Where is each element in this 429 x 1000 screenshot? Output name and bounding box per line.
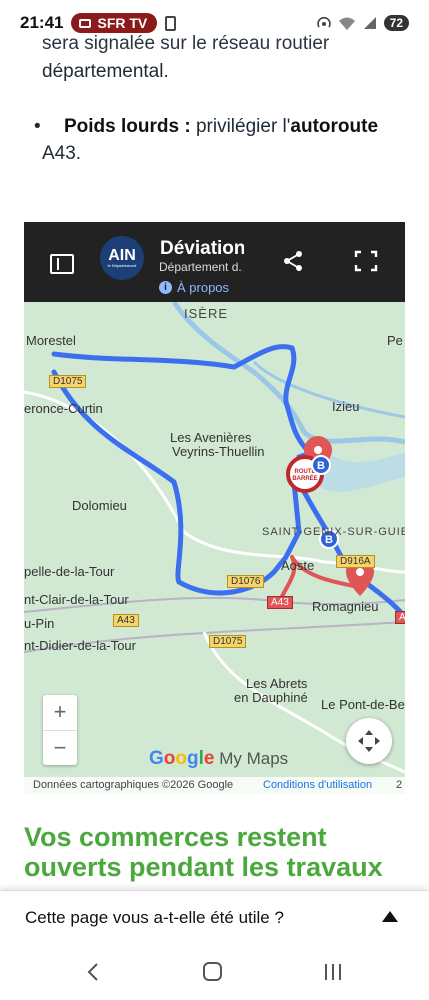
battery-icon: 72 — [383, 15, 409, 31]
ain-logo: AIN le Département — [100, 236, 144, 280]
hotspot-icon — [316, 16, 331, 28]
ain-logo-sub: le Département — [107, 263, 137, 268]
road-a43-left: A43 — [113, 614, 139, 627]
place-abrets-2: en Dauphiné — [234, 690, 308, 705]
wifi-icon — [338, 17, 355, 30]
zoom-out-button[interactable]: − — [43, 730, 77, 765]
side-panel-icon[interactable] — [50, 254, 74, 274]
place-dolomieu: Dolomieu — [72, 498, 127, 513]
signal-icon — [363, 17, 376, 29]
place-veyrins: Veyrins-Thuellin — [172, 444, 265, 459]
google-my-maps-logo: Google My Maps — [149, 748, 289, 769]
map-subtitle: Département d... — [159, 260, 243, 274]
home-icon[interactable] — [203, 962, 222, 981]
road-d1076: D1076 — [227, 575, 265, 588]
ain-logo-text: AIN — [108, 247, 136, 264]
map-header: AIN le Département Déviation... Départem… — [24, 222, 405, 302]
map-footer: Données cartographiques ©2026 Google Con… — [24, 777, 405, 794]
zoom-controls: + − — [43, 695, 77, 765]
embedded-map[interactable]: AIN le Département Déviation... Départem… — [24, 222, 405, 794]
fullscreen-icon[interactable] — [354, 250, 378, 272]
map-attribution: Données cartographiques ©2026 Google — [33, 779, 234, 791]
place-morestel: Morestel — [26, 333, 76, 348]
recent-apps-icon[interactable] — [323, 962, 343, 982]
road-d1075-top: D1075 — [49, 375, 87, 388]
map-title[interactable]: Déviation... — [160, 238, 244, 260]
tv-icon — [79, 18, 92, 28]
phone-icon — [165, 15, 177, 31]
place-aoste: Aoste — [281, 558, 315, 573]
road-a43-right: A4 — [395, 611, 405, 624]
place-izieu: Izieu — [332, 399, 360, 414]
place-st-didier: nt-Didier-de-la-Tour — [24, 638, 136, 653]
share-icon[interactable] — [282, 250, 304, 272]
recenter-icon — [358, 730, 380, 752]
place-pin: u-Pin — [24, 616, 55, 631]
bullet-continuation: A43. — [42, 143, 82, 164]
status-icons: 72 — [316, 15, 409, 31]
place-chapelle: pelle-de-la-Tour — [24, 564, 115, 579]
info-icon: i — [159, 281, 172, 294]
system-nav-bar — [0, 944, 429, 1000]
road-a43-mid: A43 — [267, 596, 293, 609]
bullet-text: Poids lourds : privilégier l'autoroute — [30, 112, 400, 142]
place-pont: Le Pont-de-Be — [321, 697, 405, 712]
road-d916a: D916A — [336, 555, 375, 568]
back-icon[interactable] — [86, 962, 100, 982]
marker-b-1-label: B — [317, 460, 325, 472]
place-creys: eronce-Curtin — [24, 401, 103, 416]
section-heading: Vos commerces restent ouverts pendant le… — [24, 822, 414, 882]
article-partial-line: sera signalée sur le réseau routier — [42, 33, 330, 54]
section-heading-line-2: ouverts pendant les travaux — [24, 852, 383, 882]
section-heading-line-1: Vos commerces restent — [24, 822, 327, 852]
place-pe: Pe — [387, 333, 403, 348]
bullet-bold-link: autoroute — [290, 116, 379, 137]
about-link[interactable]: i À propos — [159, 280, 229, 295]
recenter-button[interactable] — [346, 718, 392, 764]
place-isere: ISÈRE — [184, 306, 229, 321]
feedback-label: Cette page vous a-t-elle été utile ? — [25, 908, 284, 927]
road-closed-text-2: BARRÉE — [292, 474, 317, 482]
place-romagnieu: Romagnieu — [312, 599, 379, 614]
expand-up-icon[interactable] — [382, 911, 398, 922]
place-st-genix: SAINT-GENIX-SUR-GUIERS — [262, 526, 405, 538]
road-d1075-bottom: D1075 — [209, 635, 247, 648]
bullet-item-heavy-trucks: • Poids lourds : privilégier l'autoroute — [30, 112, 400, 142]
zoom-in-button[interactable]: + — [43, 695, 77, 730]
feedback-bar[interactable]: Cette page vous a-t-elle été utile ? — [0, 890, 429, 944]
map-marker-top-dot — [314, 446, 322, 454]
article-line: départemental. — [42, 61, 169, 82]
place-avenieres: Les Avenières — [170, 430, 252, 445]
map-footer-number: 2 — [396, 779, 403, 791]
bullet-text-1: privilégier l' — [190, 116, 291, 137]
place-abrets-1: Les Abrets — [246, 676, 308, 691]
place-st-clair: nt-Clair-de-la-Tour — [24, 592, 129, 607]
bullet-dot: • — [34, 116, 41, 137]
terms-link[interactable]: Conditions d'utilisation — [263, 779, 372, 791]
map-marker-bottom-dot — [356, 568, 364, 576]
bullet-label: Poids lourds : — [64, 116, 191, 137]
about-label: À propos — [177, 280, 230, 295]
carrier-label: SFR TV — [97, 15, 148, 31]
